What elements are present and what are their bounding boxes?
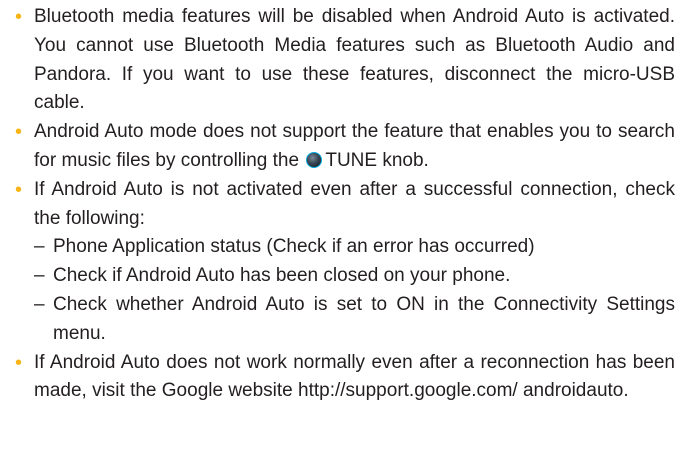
bullet-marker: • — [15, 121, 23, 144]
dash-marker: – — [34, 236, 45, 258]
sub-item-connectivity-settings: – Check whether Android Auto is set to O… — [13, 291, 675, 349]
note-text-suffix: TUNE knob. — [325, 149, 429, 171]
note-text: Bluetooth media features will be disable… — [34, 6, 675, 114]
notes-list: • Bluetooth media features will be disab… — [0, 0, 683, 406]
bullet-marker: • — [15, 178, 23, 201]
note-text: If Android Auto is not activated even af… — [34, 178, 675, 229]
sub-item-text: Check if Android Auto has been closed on… — [53, 265, 511, 287]
note-item-not-activated: • If Android Auto is not activated even … — [13, 176, 675, 234]
note-item-bluetooth: • Bluetooth media features will be disab… — [13, 3, 675, 118]
tune-knob-icon — [306, 151, 323, 168]
bullet-marker: • — [15, 351, 23, 374]
dash-marker: – — [34, 265, 45, 287]
note-text: If Android Auto does not work normally e… — [34, 351, 675, 402]
sub-item-phone-status: – Phone Application status (Check if an … — [13, 233, 675, 262]
dash-marker: – — [34, 293, 45, 315]
note-item-tune-knob: • Android Auto mode does not support the… — [13, 118, 675, 176]
sub-item-text: Phone Application status (Check if an er… — [53, 236, 535, 258]
bullet-marker: • — [15, 6, 23, 28]
sub-item-text: Check whether Android Auto is set to ON … — [53, 293, 675, 344]
note-item-reconnection: • If Android Auto does not work normally… — [13, 349, 675, 407]
sub-item-closed-check: – Check if Android Auto has been closed … — [13, 262, 675, 291]
